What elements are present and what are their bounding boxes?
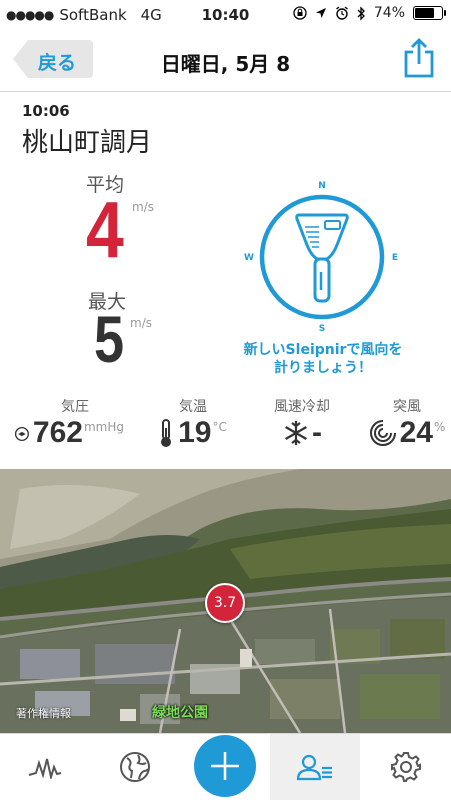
gust-icon	[369, 420, 396, 446]
thermometer-icon	[161, 419, 172, 447]
pressure-value: 762	[32, 416, 83, 449]
globe-icon	[120, 752, 150, 782]
graph-icon	[28, 758, 62, 779]
gust-value: 24	[399, 416, 433, 449]
bluetooth-icon	[357, 5, 365, 21]
average-wind-unit: m/s	[132, 200, 154, 214]
average-wind-value: 4	[86, 185, 124, 274]
stat-gust: 突風 24 %	[352, 396, 451, 448]
pressure-icon	[14, 426, 29, 442]
gust-unit: %	[433, 420, 446, 434]
compass-s: S	[319, 324, 325, 334]
max-wind-unit: m/s	[130, 316, 152, 330]
map-copyright-link[interactable]: 著作権情報	[16, 705, 71, 721]
wind-chill-value: -	[312, 416, 322, 449]
temperature-value: 19	[178, 416, 212, 449]
gust-label: 突風	[393, 399, 421, 415]
battery-percent: 74%	[373, 5, 405, 21]
max-wind-value: 5	[94, 302, 125, 376]
status-bar: ●●●●● SoftBank 4G 10:40 74%	[0, 0, 451, 30]
stats-row: 気圧 762 mmHg 気温 19 °C 風速冷却 - 突風 24 %	[0, 396, 451, 456]
stat-temperature: 気温 19 °C	[138, 396, 248, 448]
pressure-unit: mmHg	[83, 420, 124, 434]
stat-pressure: 気圧 762 mmHg	[14, 396, 130, 448]
tab-profile[interactable]	[270, 734, 360, 800]
add-button[interactable]	[194, 735, 256, 797]
compass-icon[interactable]: N E S W	[237, 175, 407, 335]
plus-icon	[211, 752, 239, 780]
stat-wind-chill: 風速冷却 -	[247, 396, 357, 448]
compass-n: N	[318, 181, 326, 191]
share-icon	[404, 38, 434, 78]
alarm-icon	[335, 6, 348, 20]
back-label: 戻る	[38, 52, 77, 74]
location-arrow-icon	[315, 8, 326, 18]
temperature-unit: °C	[212, 420, 227, 434]
pressure-label: 気圧	[61, 399, 89, 415]
tab-globe[interactable]	[90, 734, 180, 800]
sleipnir-promo[interactable]: 新しいSleipnirで風向を 計りましょう！	[228, 342, 418, 377]
map-marker[interactable]: 3.7	[205, 583, 245, 623]
location-name: 桃山町調月	[22, 128, 153, 158]
snowflake-icon	[285, 421, 307, 445]
battery-icon	[413, 6, 446, 20]
tab-settings[interactable]	[361, 734, 451, 800]
nav-bar: 戻る 日曜日, 5月 8	[0, 30, 451, 92]
tab-graph[interactable]	[0, 734, 90, 800]
report-time: 10:06	[22, 102, 70, 120]
gear-icon	[391, 752, 421, 782]
compass-e: E	[392, 253, 398, 263]
map-place-label: 緑地公園	[152, 705, 208, 721]
temperature-label: 気温	[179, 399, 207, 415]
back-button[interactable]: 戻る	[12, 39, 94, 79]
profile-list-icon	[296, 754, 332, 781]
compass-w: W	[244, 253, 254, 263]
share-button[interactable]	[403, 36, 435, 78]
lock-rotation-icon	[293, 6, 307, 20]
promo-line-2: 計りましょう！	[274, 359, 372, 376]
promo-line-1: 新しいSleipnirで風向を	[243, 342, 403, 358]
wind-chill-label: 風速冷却	[274, 399, 330, 415]
